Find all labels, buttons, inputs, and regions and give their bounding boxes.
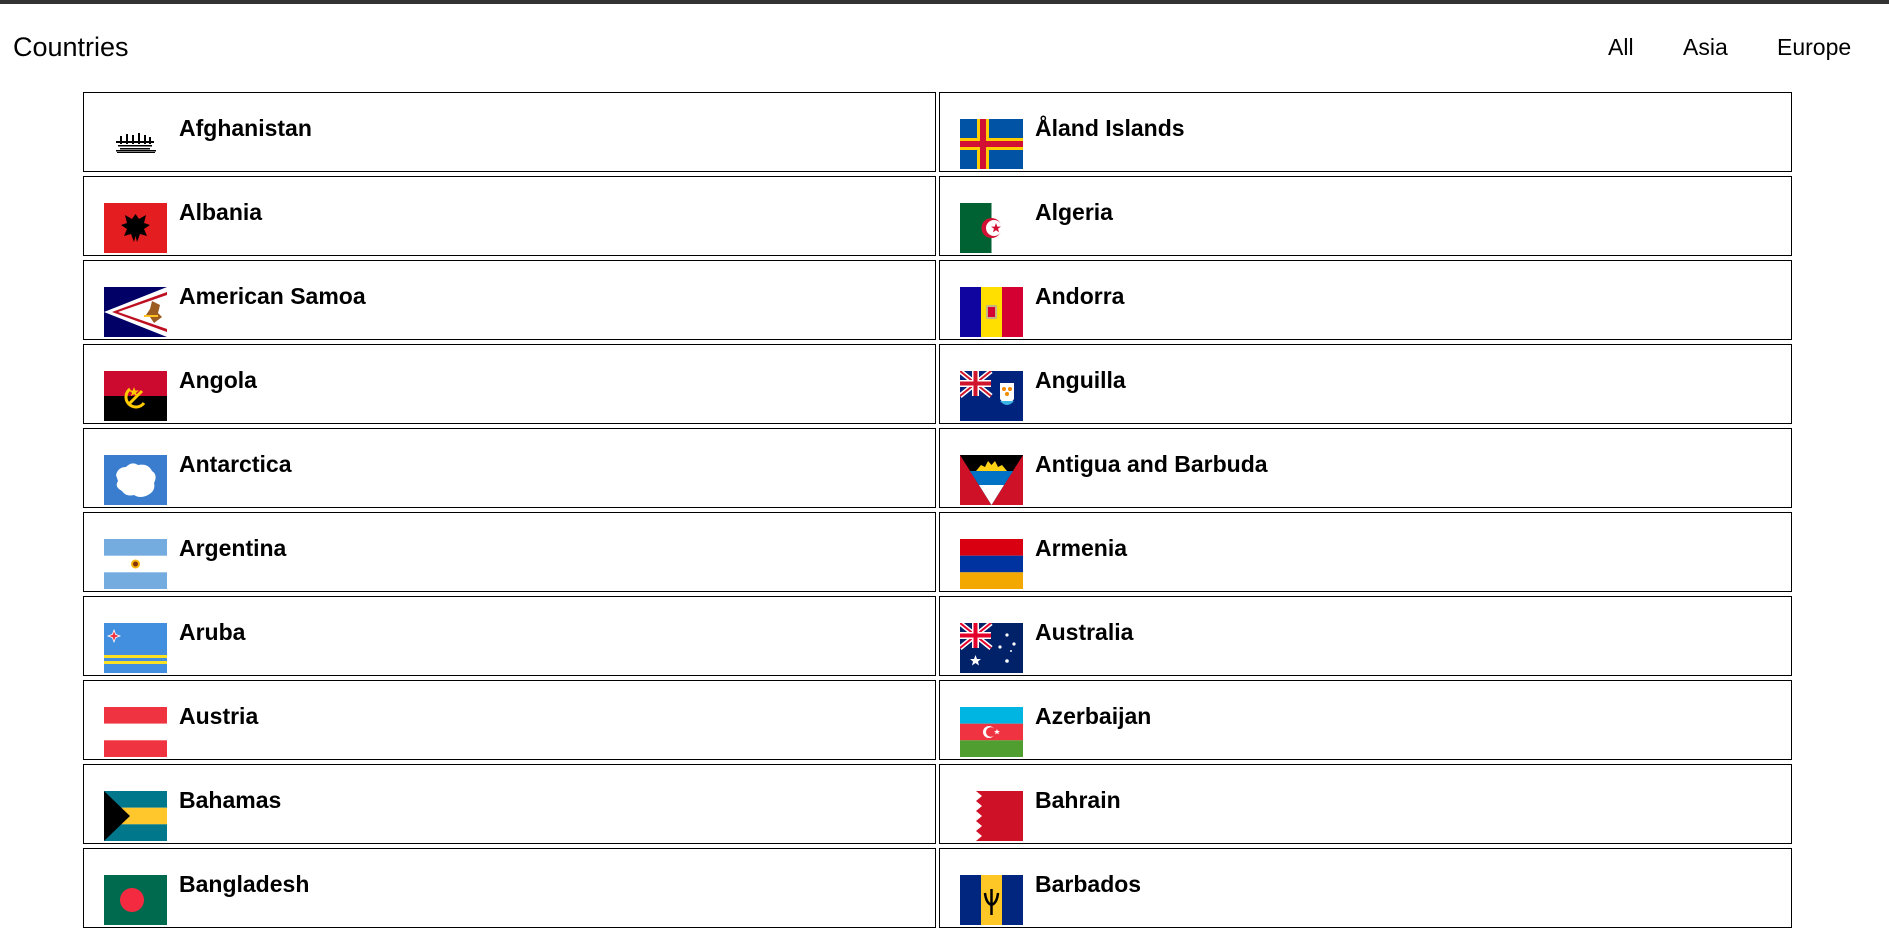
- country-card[interactable]: Bahamas: [83, 764, 936, 844]
- argentina-flag-icon: [104, 539, 167, 589]
- country-card[interactable]: Algeria: [939, 176, 1792, 256]
- country-card[interactable]: Åland Islands: [939, 92, 1792, 172]
- armenia-flag-icon: [960, 539, 1023, 589]
- country-card[interactable]: Argentina: [83, 512, 936, 592]
- andorra-flag-icon: [960, 287, 1023, 337]
- american-samoa-flag-icon: [104, 287, 167, 337]
- country-card[interactable]: Antigua and Barbuda: [939, 428, 1792, 508]
- country-card[interactable]: Bangladesh: [83, 848, 936, 928]
- albania-flag-icon: [104, 203, 167, 253]
- antigua-and-barbuda-flag-icon: [960, 455, 1023, 505]
- country-name: Bahamas: [179, 787, 282, 813]
- country-name: Bahrain: [1035, 787, 1121, 813]
- barbados-flag-icon: [960, 875, 1023, 925]
- angola-flag-icon: [104, 371, 167, 421]
- page-header: Countries All Asia Europe: [0, 4, 1889, 90]
- country-card[interactable]: American Samoa: [83, 260, 936, 340]
- antarctica-flag-icon: [104, 455, 167, 505]
- bangladesh-flag-icon: [104, 875, 167, 925]
- country-name: Andorra: [1035, 283, 1125, 309]
- nav-link-europe[interactable]: Europe: [1777, 34, 1851, 61]
- bahamas-flag-icon: [104, 791, 167, 841]
- country-name: Armenia: [1035, 535, 1128, 561]
- azerbaijan-flag-icon: [960, 707, 1023, 757]
- country-card[interactable]: Andorra: [939, 260, 1792, 340]
- page-title: Countries: [13, 32, 129, 62]
- country-card[interactable]: Albania: [83, 176, 936, 256]
- country-card[interactable]: Austria: [83, 680, 936, 760]
- country-card[interactable]: Barbados: [939, 848, 1792, 928]
- country-card[interactable]: Antarctica: [83, 428, 936, 508]
- anguilla-flag-icon: [960, 371, 1023, 421]
- country-card[interactable]: Aruba: [83, 596, 936, 676]
- country-name: Azerbaijan: [1035, 703, 1152, 729]
- country-card[interactable]: Afghanistan: [83, 92, 936, 172]
- nav-link-asia[interactable]: Asia: [1683, 34, 1728, 61]
- nav-link-all[interactable]: All: [1608, 34, 1634, 61]
- country-name: Antarctica: [179, 451, 292, 477]
- austria-flag-icon: [104, 707, 167, 757]
- country-name: Austria: [179, 703, 259, 729]
- country-card[interactable]: Angola: [83, 344, 936, 424]
- country-name: Argentina: [179, 535, 287, 561]
- australia-flag-icon: [960, 623, 1023, 673]
- country-name: Algeria: [1035, 199, 1113, 225]
- country-card[interactable]: Anguilla: [939, 344, 1792, 424]
- country-name: Antigua and Barbuda: [1035, 451, 1268, 477]
- country-name: Angola: [179, 367, 257, 393]
- country-name: Anguilla: [1035, 367, 1126, 393]
- country-name: Åland Islands: [1035, 115, 1185, 141]
- aland-islands-flag-icon: [960, 119, 1023, 169]
- country-card[interactable]: Australia: [939, 596, 1792, 676]
- aruba-flag-icon: [104, 623, 167, 673]
- country-card[interactable]: Bahrain: [939, 764, 1792, 844]
- country-name: Afghanistan: [179, 115, 312, 141]
- country-name: Aruba: [179, 619, 246, 645]
- country-name: Albania: [179, 199, 263, 225]
- country-name: Australia: [1035, 619, 1134, 645]
- country-name: American Samoa: [179, 283, 366, 309]
- algeria-flag-icon: [960, 203, 1023, 253]
- country-card[interactable]: Armenia: [939, 512, 1792, 592]
- country-card[interactable]: Azerbaijan: [939, 680, 1792, 760]
- bahrain-flag-icon: [960, 791, 1023, 841]
- afghanistan-flag-icon: [104, 119, 167, 169]
